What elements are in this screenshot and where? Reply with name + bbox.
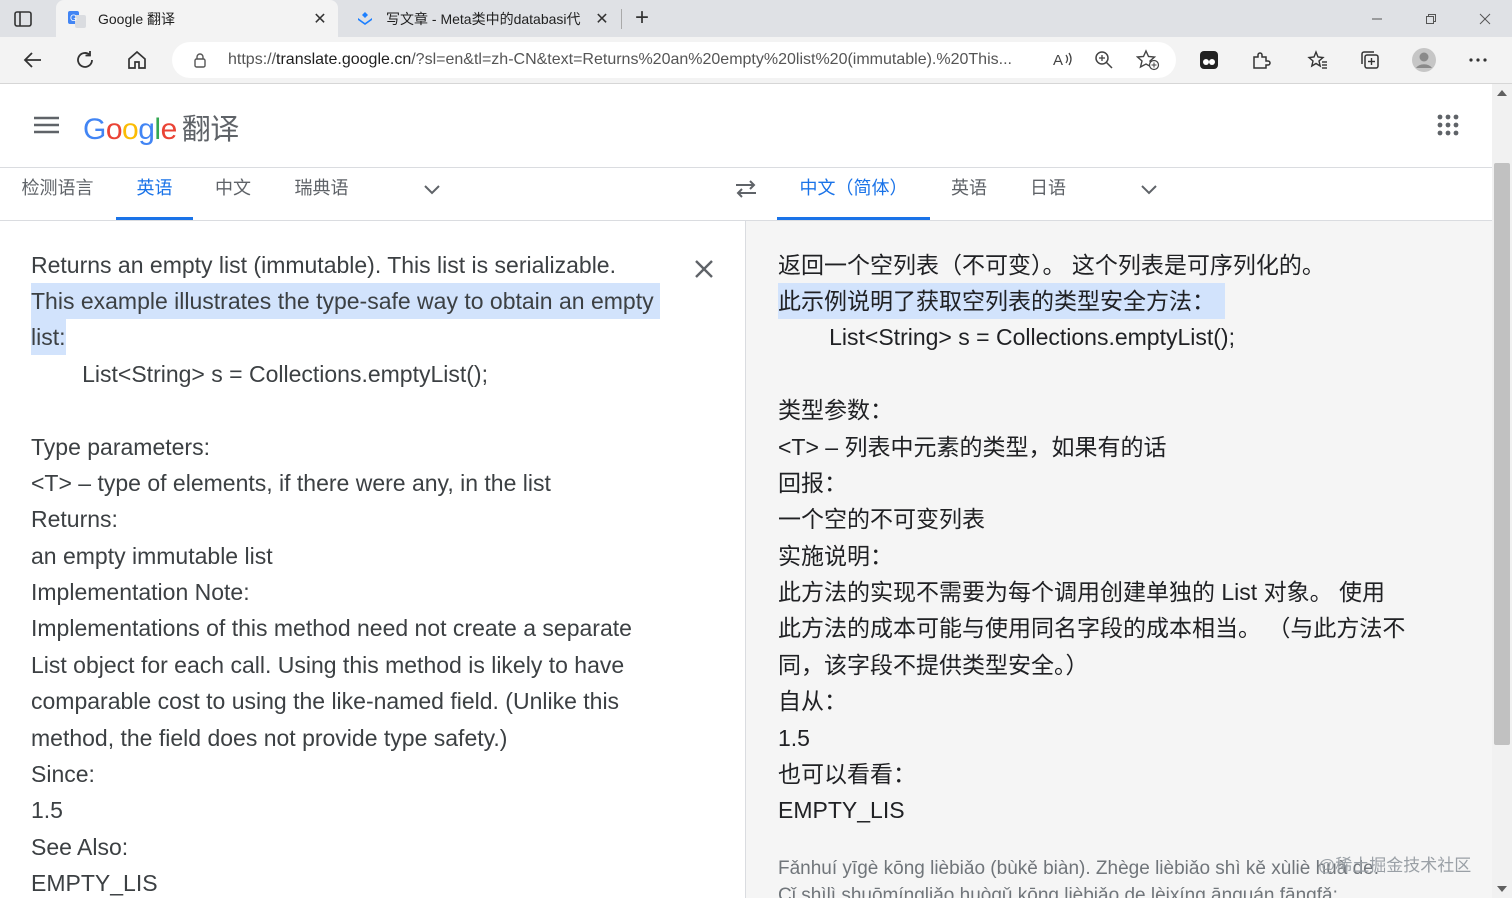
source-line: Implementations of this method need not … [31, 615, 632, 641]
translation-line: 类型参数： [778, 397, 893, 423]
scroll-up-arrow-icon[interactable] [1497, 90, 1507, 96]
translation-line: <T> – 列表中元素的类型，如果有的话 [778, 434, 1167, 460]
google-translate-favicon-icon: G [68, 10, 86, 28]
browser-tab-bar: G Google 翻译 ✕ 写文章 - Meta类中的databasi代 ✕ + [0, 0, 1512, 37]
back-arrow-icon[interactable] [19, 46, 47, 74]
refresh-icon[interactable] [71, 46, 99, 74]
translation-line: 实施说明： [778, 543, 893, 569]
favorites-icon[interactable] [1304, 46, 1332, 74]
google-translate-header: Google 翻译 [0, 84, 1492, 168]
logo-letter: G [83, 113, 106, 146]
juejin-favicon-icon [356, 10, 374, 28]
source-line: Implementation Note: [31, 579, 250, 605]
source-line: List object for each call. Using this me… [31, 652, 625, 678]
source-line: Returns: [31, 506, 118, 532]
logo-letter: o [122, 113, 139, 146]
source-line: Type parameters: [31, 434, 210, 460]
close-window-icon[interactable] [1458, 0, 1512, 37]
product-name: 翻译 [181, 114, 240, 146]
tab-google-translate[interactable]: G Google 翻译 ✕ [56, 0, 338, 37]
target-lang-more-chevron-down-icon[interactable] [1138, 178, 1160, 200]
source-lang-chinese[interactable]: 中文 [203, 168, 263, 218]
source-lang-more-chevron-down-icon[interactable] [421, 178, 443, 200]
translation-line-highlighted: 此示例说明了获取空列表的类型安全方法： [778, 283, 1225, 319]
google-translate-logo[interactable]: Google 翻译 [83, 106, 239, 148]
restore-icon[interactable] [1404, 0, 1458, 37]
profile-avatar-icon[interactable] [1410, 46, 1438, 74]
read-aloud-icon[interactable]: A [1052, 50, 1074, 75]
clear-source-close-icon[interactable] [692, 257, 716, 281]
tab-divider [621, 9, 622, 29]
source-line: EMPTY_LIS [31, 870, 158, 896]
source-line-highlighted: list: [31, 319, 66, 355]
url-path: /?sl=en&tl=zh-CN&text=Returns%20an%20emp… [411, 51, 1012, 68]
translation-line: 此方法的实现不需要为每个调用创建单独的 List 对象。 使用 [778, 579, 1385, 605]
main-menu-icon[interactable] [34, 115, 60, 135]
logo-letter: o [105, 113, 123, 146]
source-line-highlighted: This example illustrates the type-safe w… [31, 283, 660, 319]
translation-line: EMPTY_LIS [778, 797, 905, 823]
target-lang-japanese[interactable]: 日语 [1019, 168, 1077, 218]
source-line: See Also: [31, 834, 129, 860]
translation-code-line: List<String> s = Collections.emptyList()… [778, 324, 1235, 350]
add-favorite-icon[interactable] [1135, 49, 1160, 76]
browser-toolbar: https://translate.google.cn/?sl=en&tl=zh… [0, 37, 1512, 84]
translation-line: 回报： [778, 470, 847, 496]
google-apps-icon[interactable] [1437, 114, 1459, 136]
more-menu-icon[interactable] [1464, 46, 1492, 74]
translation-output-area: 返回一个空列表（不可变）。 这个列表是可序列化的。 此示例说明了获取空列表的类型… [746, 221, 1492, 898]
translation-line: 自从： [778, 688, 847, 714]
source-line: 1.5 [31, 797, 63, 823]
svg-text:A: A [1053, 52, 1063, 69]
translation-line: 此方法的成本可能与使用同名字段的成本相当。 （与此方法不 [778, 615, 1406, 641]
target-lang-english[interactable]: 英语 [940, 168, 998, 218]
url-domain: translate.google.cn [276, 51, 412, 68]
source-line: Since: [31, 761, 95, 787]
transliteration-line: Fǎnhuí yīgè kōng lièbiǎo (bùkě biàn). Zh… [778, 858, 1380, 879]
home-icon[interactable] [123, 46, 151, 74]
source-lang-english[interactable]: 英语 [116, 168, 193, 220]
svg-text:G: G [70, 13, 77, 23]
source-text-area[interactable]: Returns an empty list (immutable). This … [0, 221, 746, 898]
tab-write-article[interactable]: 写文章 - Meta类中的databasi代 ✕ [344, 0, 620, 37]
source-line: method, the field does not provide type … [31, 725, 508, 751]
source-code-line: List<String> s = Collections.emptyList()… [31, 361, 488, 387]
translation-line: 同，该字段不提供类型安全。） [778, 652, 1089, 678]
source-lang-detect[interactable]: 检测语言 [10, 168, 105, 218]
tab-actions-icon[interactable] [12, 8, 34, 30]
address-bar[interactable]: https://translate.google.cn/?sl=en&tl=zh… [172, 42, 1176, 78]
translation-line: 也可以看看： [778, 761, 916, 787]
watermark: @稀土掘金技术社区 [1318, 856, 1472, 875]
tab-title: Google 翻译 [98, 10, 176, 27]
scrollbar-thumb[interactable] [1494, 163, 1510, 745]
source-line: Returns an empty list (immutable). This … [31, 252, 616, 278]
translation-line: 返回一个空列表（不可变）。 这个列表是可序列化的。 [778, 252, 1325, 278]
extension-tampermonkey-icon[interactable] [1195, 46, 1223, 74]
page-scrollbar[interactable] [1492, 84, 1512, 898]
target-lang-chinese-simplified[interactable]: 中文（简体） [777, 168, 930, 220]
close-tab-icon[interactable]: ✕ [590, 9, 614, 29]
new-tab-icon[interactable]: + [630, 6, 654, 30]
url-prefix: https:// [228, 51, 277, 68]
transliteration-line: Cǐ shìlì shuōmíngliǎo huòqǔ kōng lièbiǎo… [778, 885, 1338, 898]
lock-icon[interactable] [192, 52, 208, 68]
minimize-icon[interactable] [1350, 0, 1404, 37]
collections-icon[interactable] [1356, 46, 1384, 74]
source-lang-swedish[interactable]: 瑞典语 [283, 168, 360, 218]
close-tab-icon[interactable]: ✕ [308, 9, 332, 29]
source-line: comparable cost to using the like-named … [31, 688, 620, 714]
scroll-down-arrow-icon[interactable] [1497, 886, 1507, 892]
tab-title: 写文章 - Meta类中的databasi代 [386, 10, 581, 27]
extensions-puzzle-icon[interactable] [1247, 46, 1275, 74]
source-line: an empty immutable list [31, 543, 273, 569]
language-bar: 检测语言 英语 中文 瑞典语 中文（简体） 英语 日语 [0, 168, 1492, 221]
zoom-icon[interactable] [1094, 50, 1114, 75]
logo-letter: g [138, 113, 155, 146]
translation-line: 1.5 [778, 725, 810, 751]
source-line: <T> – type of elements, if there were an… [31, 470, 551, 496]
url-text[interactable]: https://translate.google.cn/?sl=en&tl=zh… [228, 51, 1040, 69]
translation-line: 一个空的不可变列表 [778, 506, 985, 532]
logo-letter: e [160, 113, 178, 146]
swap-languages-icon[interactable] [733, 176, 759, 202]
